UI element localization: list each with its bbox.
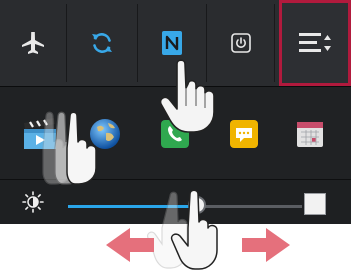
brightness-slider-fill [68, 205, 197, 208]
globe-icon [90, 119, 120, 149]
arrow-right-icon [242, 228, 290, 262]
auto-brightness-checkbox[interactable] [304, 193, 326, 215]
power-toggle[interactable] [207, 4, 275, 82]
apps-row [0, 87, 351, 180]
notification-panel-illustration [0, 0, 351, 273]
nfc-toggle[interactable] [138, 4, 207, 82]
brightness-icon [22, 191, 44, 213]
clapperboard-icon [24, 118, 56, 149]
browser-app-shortcut[interactable] [85, 114, 125, 154]
airplane-icon [22, 32, 44, 54]
sync-toggle[interactable] [67, 4, 138, 82]
sort-list-icon [299, 33, 331, 52]
videos-app-shortcut[interactable] [20, 114, 60, 154]
power-icon [230, 33, 251, 53]
message-icon [230, 120, 258, 148]
quick-settings-edit-button[interactable] [279, 0, 351, 86]
nfc-icon [162, 31, 182, 55]
brightness-slider-thumb[interactable] [187, 196, 206, 214]
brightness-row [0, 180, 351, 224]
phone-screen [0, 0, 351, 224]
phone-app-shortcut[interactable] [155, 114, 195, 154]
arrow-left-icon [106, 228, 154, 262]
calendar-app-shortcut[interactable] [290, 114, 330, 154]
airplane-mode-toggle[interactable] [0, 4, 67, 82]
sync-icon [92, 33, 112, 53]
calendar-icon [297, 122, 323, 147]
brightness-slider-track[interactable] [68, 205, 302, 208]
messaging-app-shortcut[interactable] [224, 114, 264, 154]
phone-icon [161, 120, 189, 148]
quick-settings-row [0, 0, 351, 87]
